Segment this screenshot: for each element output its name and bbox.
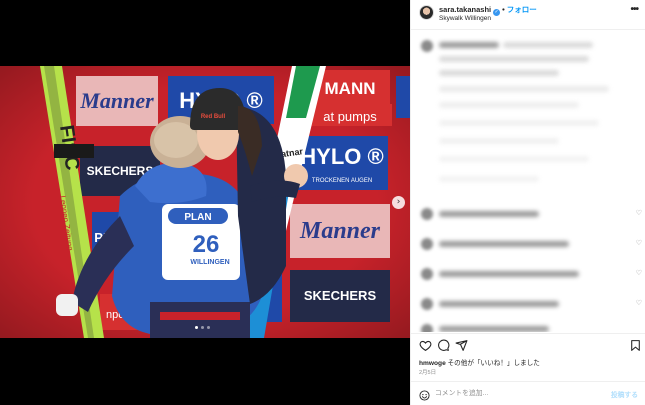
svg-text:PLAN: PLAN — [184, 212, 211, 223]
svg-text:WILLINGEN: WILLINGEN — [190, 259, 229, 266]
emoji-icon[interactable] — [419, 388, 430, 401]
svg-text:SKECHERS: SKECHERS — [304, 288, 377, 303]
action-bar — [411, 333, 645, 355]
post-media: Manner HYLO ® MANN at pumps SKECHERS — [0, 0, 410, 405]
sponsor-board-pumps: at pumps — [306, 104, 392, 126]
comment-input[interactable] — [435, 386, 595, 400]
comment-composer: 投稿する — [411, 381, 645, 405]
more-options-icon[interactable]: ••• — [630, 4, 638, 15]
redacted-text — [439, 86, 609, 92]
comment-avatar — [421, 40, 433, 52]
redacted-text — [439, 56, 589, 62]
comment-like-icon[interactable]: ♡ — [636, 239, 642, 247]
comment-avatar — [421, 324, 433, 332]
sponsor-board-manner-top: Manner — [76, 76, 158, 126]
redacted-text — [439, 138, 559, 144]
svg-text:Manner: Manner — [299, 218, 381, 244]
verified-badge-icon: ✓ — [493, 9, 501, 16]
share-icon[interactable] — [455, 339, 468, 352]
carousel-dot — [207, 326, 210, 329]
post-date[interactable]: 2月5日 — [419, 368, 436, 376]
likes-summary: hmwoge その他が「いいね！」しました — [419, 357, 540, 367]
redacted-text — [439, 211, 539, 217]
comment-avatar — [421, 238, 433, 250]
post-header: sara.takanashi ✓ • フォロー Skywalk Willingen •… — [411, 0, 645, 28]
redacted-text — [439, 326, 549, 332]
svg-text:Red Bull: Red Bull — [201, 114, 226, 120]
svg-text:Manner: Manner — [79, 88, 154, 113]
liker-username[interactable]: hmwoge — [419, 360, 446, 367]
comment-like-icon[interactable]: ♡ — [636, 209, 642, 217]
sponsor-board-hylo-mid: HYLO ® TROCKENEN AUGEN — [296, 136, 388, 190]
svg-text:MANN: MANN — [325, 79, 376, 98]
comment-avatar — [421, 298, 433, 310]
post-sidebar: sara.takanashi ✓ • フォロー Skywalk Willingen •… — [410, 0, 645, 405]
svg-text:at pumps: at pumps — [323, 109, 377, 124]
sponsor-board-manner-low: Manner — [290, 204, 390, 258]
post-photo[interactable]: Manner HYLO ® MANN at pumps SKECHERS — [0, 66, 410, 338]
svg-text:HYLO ®: HYLO ® — [300, 144, 383, 169]
redacted-text — [439, 241, 569, 247]
redacted-text — [439, 156, 589, 162]
carousel-dot — [201, 326, 204, 329]
comment-avatar — [421, 268, 433, 280]
comment-avatar — [421, 208, 433, 220]
location-link[interactable]: Skywalk Willingen — [439, 15, 491, 22]
username-link[interactable]: sara.takanashi — [439, 5, 491, 14]
redacted-text — [439, 301, 559, 307]
redacted-text — [439, 42, 499, 48]
post-comment-button[interactable]: 投稿する — [611, 389, 638, 399]
chevron-right-icon: › — [396, 197, 401, 207]
comment-icon[interactable] — [437, 339, 450, 352]
redacted-text — [439, 271, 579, 277]
sponsor-board-skechers-low: SKECHERS — [290, 270, 390, 322]
redacted-text — [439, 176, 539, 182]
comments-list: ♡ ♡ ♡ ♡ — [411, 29, 645, 332]
comment-like-icon[interactable]: ♡ — [636, 269, 642, 277]
redacted-text — [439, 102, 579, 108]
redacted-text — [439, 70, 559, 76]
svg-text:26: 26 — [193, 231, 220, 258]
carousel-dot — [195, 326, 198, 329]
redacted-text — [503, 42, 593, 48]
redacted-text — [439, 120, 599, 126]
separator-dot: • — [502, 5, 505, 14]
svg-text:TROCKENEN AUGEN: TROCKENEN AUGEN — [312, 178, 372, 184]
likes-text[interactable]: その他が「いいね！」しました — [448, 360, 540, 367]
carousel-dots — [195, 326, 210, 329]
like-icon[interactable] — [419, 339, 432, 352]
save-icon[interactable] — [629, 339, 642, 352]
avatar[interactable] — [419, 5, 434, 20]
photo-scene: Manner HYLO ® MANN at pumps SKECHERS — [0, 66, 410, 338]
comment-like-icon[interactable]: ♡ — [636, 299, 642, 307]
carousel-next-button[interactable]: › — [392, 196, 405, 209]
follow-button[interactable]: フォロー — [507, 5, 537, 14]
